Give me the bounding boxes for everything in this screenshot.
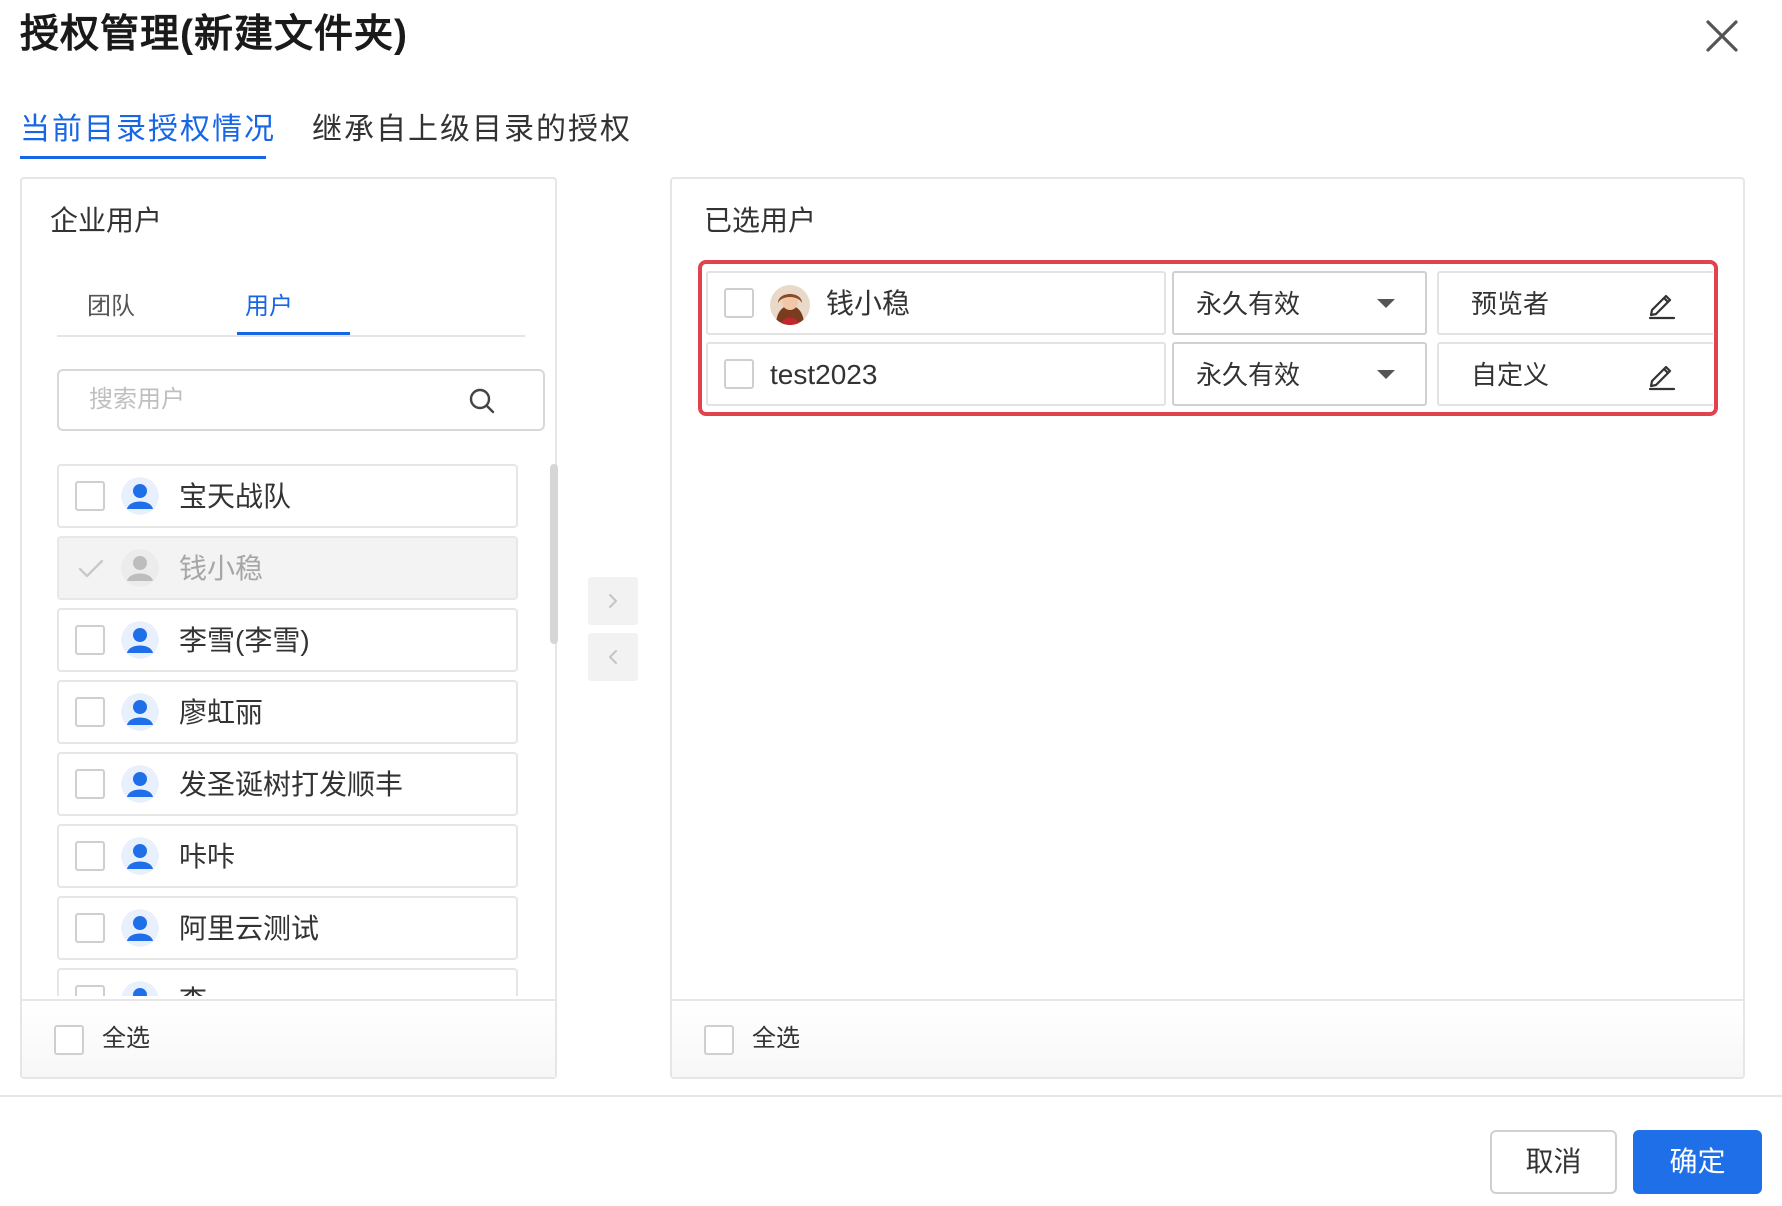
cancel-button[interactable]: 取消 xyxy=(1490,1130,1617,1194)
left-panel-footer: 全选 xyxy=(22,999,555,1077)
item-label: 李雪(李雪) xyxy=(179,625,310,656)
item-checkbox[interactable] xyxy=(75,913,105,943)
move-left-button[interactable] xyxy=(588,633,638,681)
list-item[interactable]: 宝天战队 xyxy=(57,464,518,528)
list-item[interactable]: 阿里云测试 xyxy=(57,896,518,960)
list-item[interactable]: 李雪(李雪) xyxy=(57,608,518,672)
select-all-label: 全选 xyxy=(752,1025,800,1052)
caret-down-icon xyxy=(1377,299,1395,308)
edit-icon[interactable] xyxy=(1644,357,1678,391)
edit-icon[interactable] xyxy=(1644,286,1678,320)
selected-user-name: test2023 xyxy=(770,359,878,390)
item-label: 阿里云测试 xyxy=(179,913,320,944)
user-type-tabs: 团队 用户 xyxy=(57,285,525,337)
tab-users[interactable]: 用户 xyxy=(245,289,293,325)
validity-select[interactable]: 永久有效 xyxy=(1172,271,1427,335)
dialog-title: 授权管理(新建文件夹) xyxy=(20,13,408,56)
role-value: 预览者 xyxy=(1471,289,1550,319)
role-value: 自定义 xyxy=(1471,360,1550,390)
validity-value: 永久有效 xyxy=(1196,360,1301,390)
selected-user-row: test2023 永久有效 自定义 xyxy=(672,342,1742,408)
move-right-button[interactable] xyxy=(588,577,638,625)
enterprise-users-panel: 企业用户 团队 用户 宝天战队 xyxy=(20,177,558,1079)
item-label: 发圣诞树打发顺丰 xyxy=(179,769,404,800)
footer-divider xyxy=(0,1095,1782,1097)
search-input[interactable] xyxy=(59,371,459,429)
list-item[interactable]: 廖虹丽 xyxy=(57,680,518,744)
validity-select[interactable]: 永久有效 xyxy=(1172,342,1427,406)
check-icon xyxy=(78,559,104,578)
user-avatar-icon xyxy=(121,621,159,659)
item-checkbox[interactable] xyxy=(75,769,105,799)
item-checkbox[interactable] xyxy=(75,985,105,996)
tab-current-directory[interactable]: 当前目录授权情况 xyxy=(20,108,276,152)
tab-active-underline xyxy=(20,156,266,159)
search-box xyxy=(57,369,545,431)
selected-user-name-cell: 钱小稳 xyxy=(706,271,1166,335)
user-avatar-icon xyxy=(121,837,159,875)
role-cell: 自定义 xyxy=(1437,342,1713,406)
selected-user-name: 钱小稳 xyxy=(826,288,911,319)
sub-tab-underline xyxy=(237,332,350,335)
list-item[interactable]: 发圣诞树打发顺丰 xyxy=(57,752,518,816)
item-label: 咔咔 xyxy=(179,841,236,872)
user-avatar-icon xyxy=(121,981,159,996)
selected-users-title: 已选用户 xyxy=(704,205,817,236)
confirm-button[interactable]: 确定 xyxy=(1633,1130,1762,1194)
close-icon xyxy=(1706,20,1738,52)
item-label: 李 xyxy=(179,982,207,996)
caret-down-icon xyxy=(1377,370,1395,379)
select-all-checkbox[interactable] xyxy=(704,1025,734,1055)
chevron-right-icon xyxy=(609,594,617,608)
user-avatar-icon xyxy=(121,765,159,803)
item-label: 宝天战队 xyxy=(179,481,292,512)
user-avatar-icon xyxy=(121,909,159,947)
item-checkbox[interactable] xyxy=(75,481,105,511)
transfer-buttons xyxy=(588,577,638,683)
user-avatar-icon xyxy=(121,549,159,587)
close-button[interactable] xyxy=(1700,14,1744,58)
item-checkbox[interactable] xyxy=(75,625,105,655)
search-icon[interactable] xyxy=(467,386,497,416)
validity-value: 永久有效 xyxy=(1196,289,1301,319)
role-cell: 预览者 xyxy=(1437,271,1713,335)
item-checkbox[interactable] xyxy=(75,841,105,871)
list-item[interactable]: 咔咔 xyxy=(57,824,518,888)
item-checkbox[interactable] xyxy=(75,697,105,727)
user-avatar-icon xyxy=(121,477,159,515)
chevron-left-icon xyxy=(609,650,617,664)
user-list: 宝天战队 钱小稳 李雪(李雪) 廖虹丽 发圣诞树打发顺丰 咔咔 阿里云测试 xyxy=(57,464,523,996)
user-avatar-icon xyxy=(121,693,159,731)
item-label: 钱小稳 xyxy=(179,553,264,584)
enterprise-users-title: 企业用户 xyxy=(50,205,163,236)
user-photo-avatar xyxy=(770,285,810,325)
list-item[interactable]: 李 xyxy=(57,968,518,996)
item-label: 廖虹丽 xyxy=(179,697,264,728)
selected-users-panel: 已选用户 钱小稳 永久有效 预览者 test2023 永久有效 自定义 全选 xyxy=(670,177,1745,1079)
right-panel-footer: 全选 xyxy=(672,999,1743,1077)
list-item: 钱小稳 xyxy=(57,536,518,600)
selected-user-row: 钱小稳 永久有效 预览者 xyxy=(672,271,1742,337)
selected-user-name-cell: test2023 xyxy=(706,342,1166,406)
list-scrollbar[interactable] xyxy=(550,464,558,644)
tab-inherited[interactable]: 继承自上级目录的授权 xyxy=(312,108,632,152)
row-checkbox[interactable] xyxy=(724,288,754,318)
select-all-label: 全选 xyxy=(102,1025,150,1052)
tab-teams[interactable]: 团队 xyxy=(87,289,135,325)
row-checkbox[interactable] xyxy=(724,359,754,389)
select-all-checkbox[interactable] xyxy=(54,1025,84,1055)
